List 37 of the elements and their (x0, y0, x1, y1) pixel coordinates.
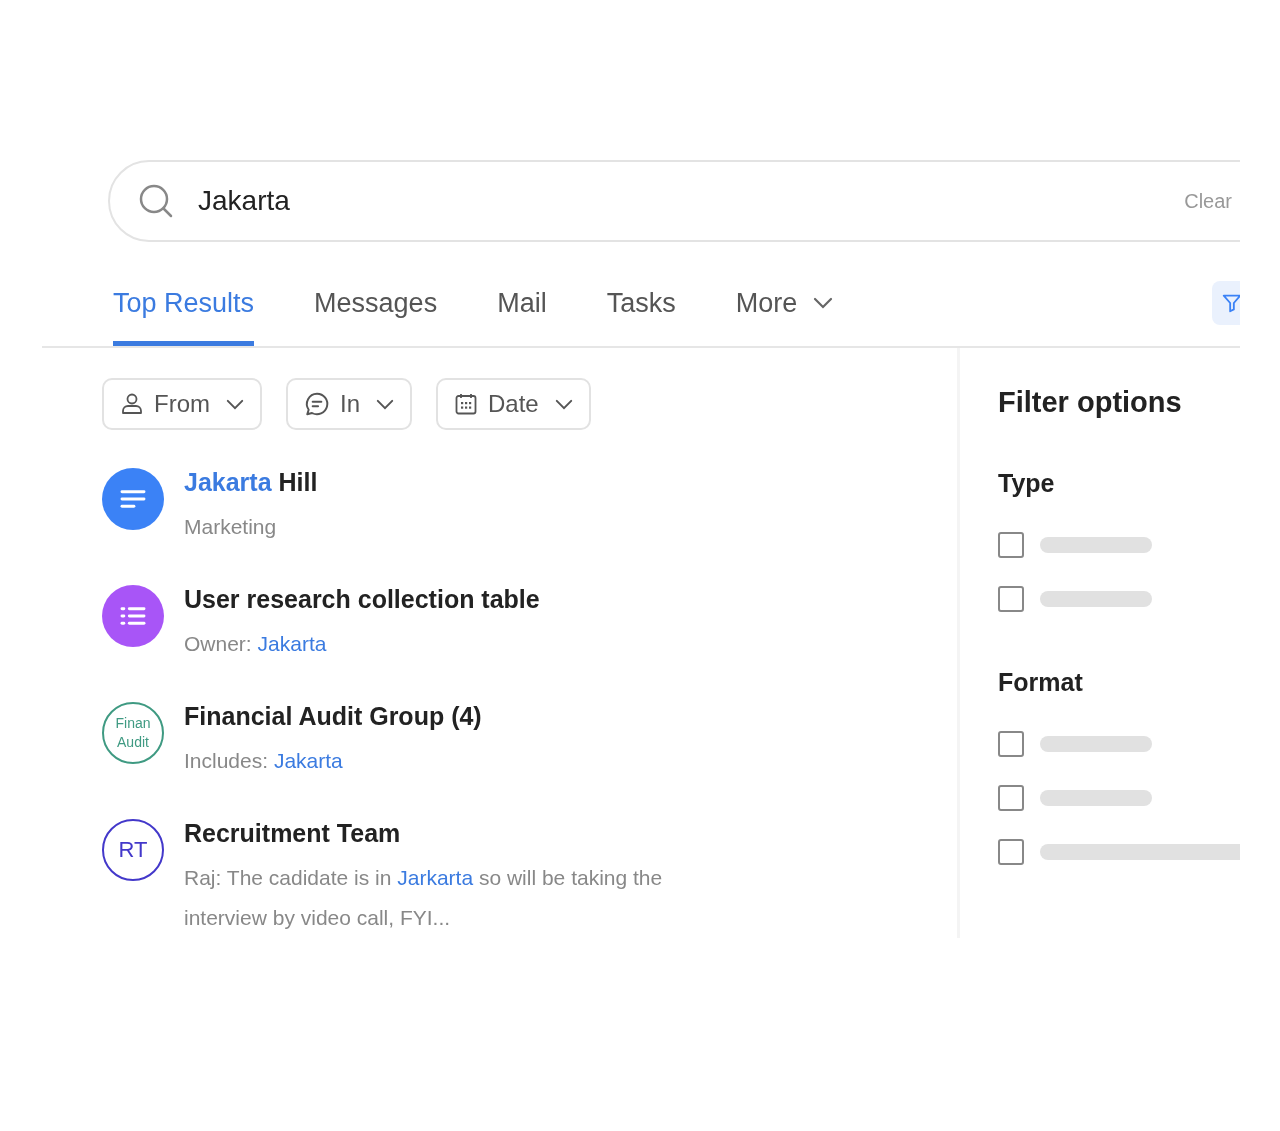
filter-dropdown[interactable]: From (102, 378, 262, 430)
checkbox[interactable] (998, 731, 1024, 757)
person-icon (120, 392, 144, 416)
avatar-initials: Audit (117, 733, 149, 752)
tab[interactable]: More (735, 260, 834, 346)
result-title[interactable]: Jakarta Hill (184, 468, 318, 497)
search-icon (138, 183, 174, 219)
tab[interactable]: Messages (314, 260, 438, 346)
filter-dropdown[interactable]: In (286, 378, 412, 430)
tab[interactable]: Tasks (606, 260, 676, 346)
avatar-initials: RT (118, 837, 148, 863)
checkbox[interactable] (998, 532, 1024, 558)
filter-button[interactable] (1212, 281, 1240, 325)
tab[interactable]: Mail (497, 260, 547, 346)
tab[interactable]: Top Results (113, 260, 255, 346)
result-subtitle: Marketing (184, 514, 278, 540)
checkbox[interactable] (998, 839, 1024, 865)
checkbox[interactable] (998, 785, 1024, 811)
filter-dropdown[interactable]: Date (436, 378, 591, 430)
result-subtitle: Includes: Jakarta (184, 748, 344, 774)
group-title: Type (998, 469, 1056, 498)
avatar-initials: Finan (115, 714, 151, 733)
chevron-down-icon (554, 398, 573, 410)
result-title[interactable]: User research collection table (184, 585, 540, 614)
checkbox[interactable] (998, 586, 1024, 612)
result-title[interactable]: Recruitment Team (184, 819, 664, 848)
search-field[interactable]: Jakarta Clear (108, 160, 1240, 242)
calendar-icon (454, 392, 478, 416)
chevron-down-icon (226, 398, 244, 410)
result-title[interactable]: Financial Audit Group (4) (184, 702, 482, 731)
result-subtitle: Owner: Jakarta (184, 631, 328, 657)
chevron-down-icon (376, 398, 394, 410)
chat-bubble-icon (304, 391, 330, 417)
group-title: Format (998, 668, 1084, 697)
filter-icon (1221, 292, 1240, 314)
panel-title: Filter options (998, 386, 1183, 419)
result-subtitle: Raj: The cadidate is in Jarkarta so will be taking the interview by video call, FYI... (184, 865, 664, 931)
